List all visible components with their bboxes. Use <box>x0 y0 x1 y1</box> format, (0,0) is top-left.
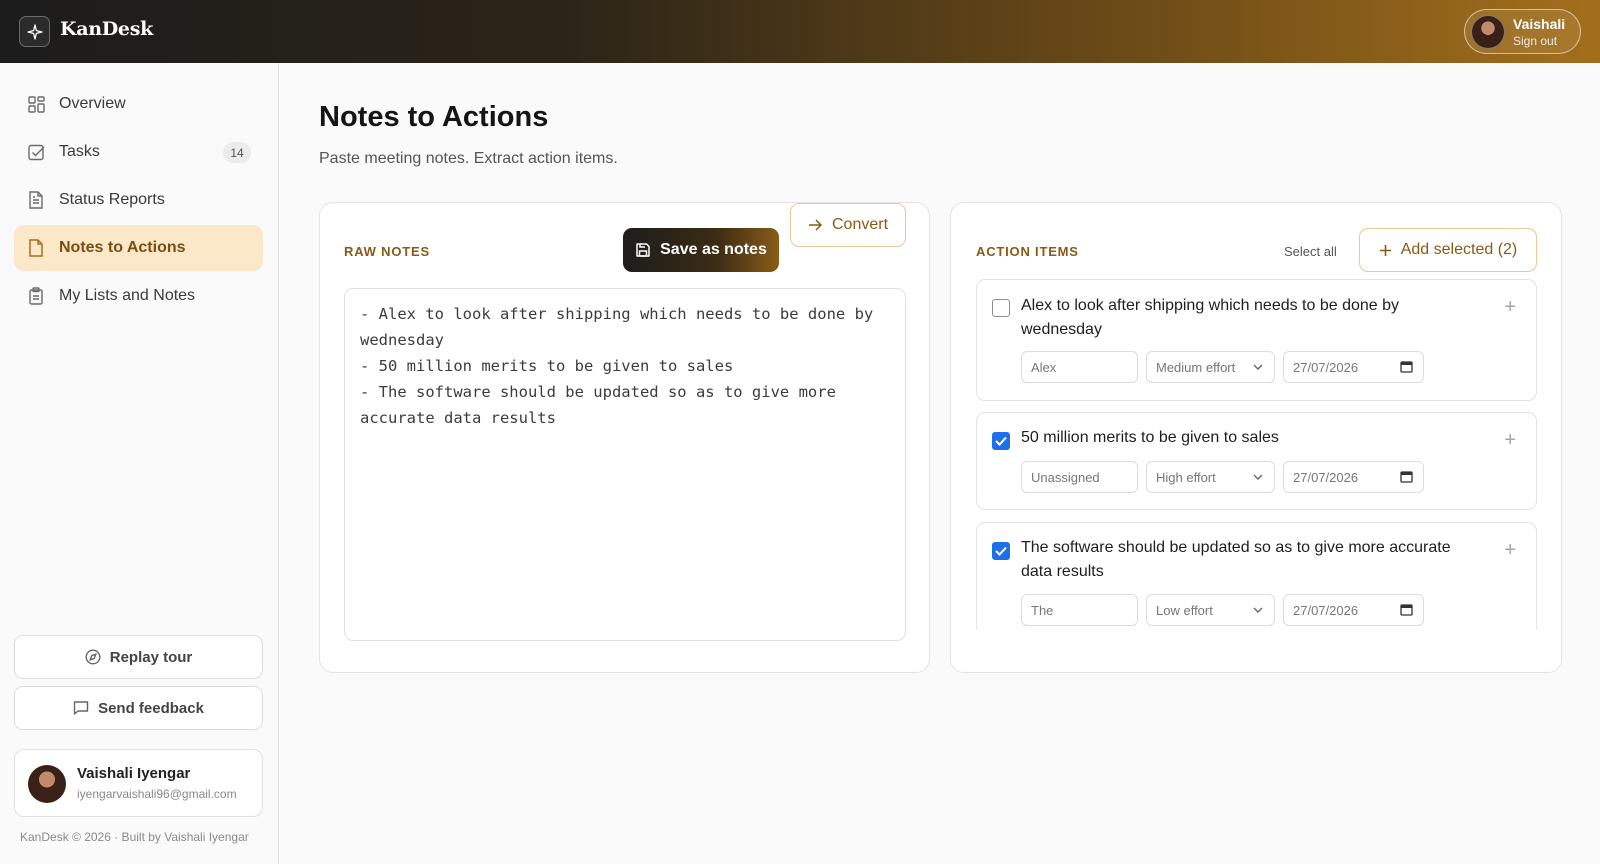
replay-tour-button[interactable]: Replay tour <box>14 635 263 679</box>
due-date-input[interactable]: 27/07/2026 <box>1283 351 1424 383</box>
list-clip-mask <box>951 630 1561 672</box>
effort-select[interactable]: High effort <box>1146 461 1275 493</box>
item-checkbox[interactable] <box>992 432 1010 450</box>
chevron-down-icon <box>1252 471 1264 483</box>
due-date-input[interactable]: 27/07/2026 <box>1283 594 1424 626</box>
expand-plus-icon[interactable]: + <box>1504 296 1516 319</box>
sidebar-item-label: Status Reports <box>59 191 165 208</box>
checkbox-icon <box>27 143 45 161</box>
effort-value: Medium effort <box>1156 359 1236 375</box>
action-items-panel: ACTION ITEMS Select all Add selected (2)… <box>950 202 1562 673</box>
compass-icon <box>85 649 101 665</box>
profile-name: Vaishali Iyengar <box>77 765 191 782</box>
item-checkbox[interactable] <box>992 299 1010 317</box>
arrow-right-icon <box>808 218 823 232</box>
clipboard-icon <box>27 287 45 305</box>
save-as-notes-label: Save as notes <box>660 241 767 258</box>
footer-credit: KanDesk © 2026 · Built by Vaishali Iyeng… <box>20 830 249 844</box>
send-feedback-label: Send feedback <box>98 699 204 717</box>
item-text: Alex to look after shipping which needs … <box>1021 297 1400 338</box>
sidebar-item-label: Overview <box>59 95 126 112</box>
chevron-down-icon <box>1252 361 1264 373</box>
add-selected-button[interactable]: Add selected (2) <box>1359 228 1537 272</box>
sidebar-item-label: My Lists and Notes <box>59 287 196 304</box>
save-icon <box>635 242 651 258</box>
due-date-input[interactable]: 27/07/2026 <box>1283 461 1424 493</box>
avatar <box>28 765 66 803</box>
calendar-icon[interactable] <box>1400 603 1413 616</box>
select-all-link[interactable]: Select all <box>1284 244 1337 259</box>
effort-select[interactable]: Low effort <box>1146 594 1275 626</box>
top-header: KanDesk Vaishali Sign out <box>0 0 1600 63</box>
avatar <box>1471 15 1505 49</box>
add-selected-label: Add selected (2) <box>1400 241 1518 258</box>
item-checkbox[interactable] <box>992 542 1010 560</box>
due-date-value: 27/07/2026 <box>1293 469 1359 485</box>
document-icon <box>27 191 45 209</box>
assignee-input[interactable]: The <box>1021 594 1138 626</box>
convert-label: Convert <box>831 216 889 233</box>
effort-select[interactable]: Medium effort <box>1146 351 1275 383</box>
profile-card[interactable]: Vaishali Iyengar iyengarvaishali96@gmail… <box>14 749 263 817</box>
sidebar-item-tasks[interactable]: Tasks 14 <box>14 129 263 175</box>
page-title: Notes to Actions <box>319 101 549 133</box>
sidebar-item-notes-to-actions[interactable]: Notes to Actions <box>14 225 263 271</box>
sidebar: Overview Tasks 14 Status Reports Notes t… <box>0 63 279 864</box>
calendar-icon[interactable] <box>1400 470 1413 483</box>
raw-notes-panel: RAW NOTES Save as notes Convert - Alex t… <box>319 202 930 673</box>
grid-icon <box>27 95 45 113</box>
user-menu[interactable]: Vaishali Sign out <box>1464 9 1581 54</box>
send-feedback-button[interactable]: Send feedback <box>14 686 263 730</box>
sidebar-item-my-lists-and-notes[interactable]: My Lists and Notes <box>14 273 263 319</box>
message-icon <box>73 700 89 716</box>
effort-value: High effort <box>1156 469 1216 485</box>
sidebar-item-status-reports[interactable]: Status Reports <box>14 177 263 223</box>
chevron-down-icon <box>1252 604 1264 616</box>
count-badge: 14 <box>223 142 251 163</box>
plus-icon <box>1379 244 1392 257</box>
sparkle-icon[interactable] <box>19 16 50 47</box>
effort-value: Low effort <box>1156 602 1213 618</box>
due-date-value: 27/07/2026 <box>1293 359 1359 375</box>
replay-tour-label: Replay tour <box>109 648 193 666</box>
page-subtitle: Paste meeting notes. Extract action item… <box>319 150 618 167</box>
profile-email: iyengarvaishali96@gmail.com <box>77 787 237 801</box>
expand-plus-icon[interactable]: + <box>1504 429 1516 452</box>
note-icon <box>27 239 45 257</box>
action-items-label: ACTION ITEMS <box>976 244 1079 259</box>
raw-notes-label: RAW NOTES <box>344 244 430 259</box>
assignee-input[interactable]: Unassigned <box>1021 461 1138 493</box>
sidebar-item-overview[interactable]: Overview <box>14 81 263 127</box>
item-text: The software should be updated so as to … <box>1021 539 1451 580</box>
due-date-value: 27/07/2026 <box>1293 602 1359 618</box>
action-item-card: 50 million merits to be given to sales +… <box>976 412 1537 510</box>
expand-plus-icon[interactable]: + <box>1504 539 1516 562</box>
user-name: Vaishali <box>1513 16 1566 32</box>
item-text: 50 million merits to be given to sales <box>1021 429 1279 446</box>
save-as-notes-button[interactable]: Save as notes <box>623 228 779 272</box>
raw-notes-textarea[interactable]: - Alex to look after shipping which need… <box>344 288 906 641</box>
calendar-icon[interactable] <box>1400 360 1413 373</box>
sidebar-item-label: Tasks <box>59 143 100 160</box>
sidebar-item-label: Notes to Actions <box>59 239 186 256</box>
assignee-input[interactable]: Alex <box>1021 351 1138 383</box>
action-item-card: Alex to look after shipping which needs … <box>976 279 1537 401</box>
brand-name[interactable]: KanDesk <box>60 18 153 40</box>
convert-button[interactable]: Convert <box>790 203 906 247</box>
sign-out-link[interactable]: Sign out <box>1513 34 1557 48</box>
